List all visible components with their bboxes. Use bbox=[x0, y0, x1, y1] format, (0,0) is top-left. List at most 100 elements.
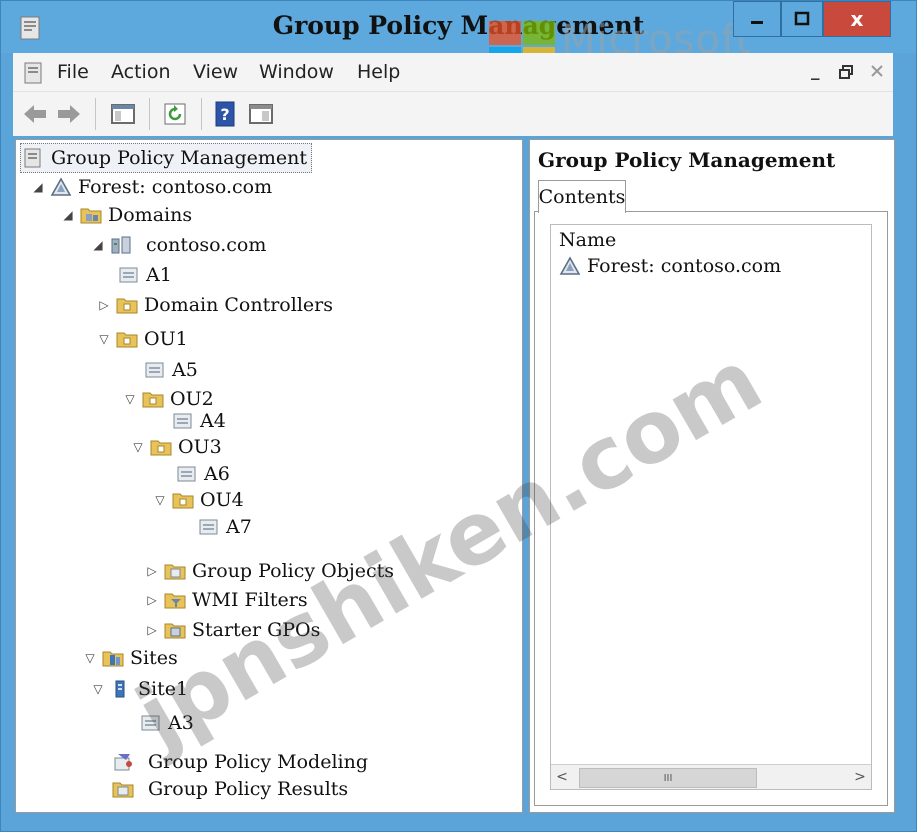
maximize-icon bbox=[794, 11, 810, 26]
title-bar[interactable]: Group Policy Management Microsoft x bbox=[1, 1, 916, 71]
close-button[interactable]: x bbox=[823, 1, 891, 37]
forest-icon bbox=[559, 256, 581, 275]
forward-arrow-icon bbox=[58, 105, 80, 123]
gpo-container-icon bbox=[164, 564, 186, 580]
menu-action[interactable]: Action bbox=[111, 61, 171, 83]
tree-label: Domains bbox=[108, 204, 193, 226]
close-icon: x bbox=[850, 7, 864, 31]
gpo-link-icon bbox=[141, 715, 160, 731]
tree-node-wmi-filters[interactable]: ▷ WMI Filters bbox=[144, 586, 308, 614]
tree-node-gpo-link-a6[interactable]: A6 bbox=[176, 460, 230, 488]
minimize-button[interactable] bbox=[733, 1, 781, 37]
tree-node-domain[interactable]: ◢ contoso.com bbox=[90, 231, 266, 259]
minimize-icon bbox=[751, 21, 763, 24]
tree-node-gpo-link-a7[interactable]: A7 bbox=[198, 513, 252, 541]
expanded-arrow-icon[interactable]: ▽ bbox=[130, 440, 146, 454]
tree-label: Forest: contoso.com bbox=[78, 176, 273, 198]
mdi-close-icon[interactable] bbox=[871, 65, 883, 77]
starter-gpo-icon bbox=[164, 623, 186, 639]
tree-label: Domain Controllers bbox=[144, 294, 333, 316]
console-menu-icon[interactable] bbox=[23, 61, 45, 85]
scroll-left-arrow-icon[interactable]: < bbox=[551, 765, 573, 789]
list-item-label: Forest: contoso.com bbox=[587, 255, 782, 277]
menu-window[interactable]: Window bbox=[259, 61, 334, 83]
tree-node-ou1[interactable]: ▽ OU1 bbox=[96, 325, 188, 353]
tree-node-group-policy-objects[interactable]: ▷ Group Policy Objects bbox=[144, 557, 394, 585]
tree-node-ou3[interactable]: ▽ OU3 bbox=[130, 433, 221, 461]
tree-label: Group Policy Management bbox=[51, 147, 308, 169]
gpo-link-icon bbox=[177, 466, 196, 482]
collapsed-arrow-icon[interactable]: ▷ bbox=[96, 298, 112, 312]
wmi-filter-icon bbox=[164, 593, 186, 609]
expanded-arrow-icon[interactable]: ▽ bbox=[82, 651, 98, 665]
collapsed-arrow-icon[interactable]: ▷ bbox=[144, 593, 160, 607]
help-icon: ? bbox=[215, 101, 235, 127]
tree-label: Group Policy Modeling bbox=[148, 751, 369, 773]
menu-bar: File Action View Window Help _ bbox=[13, 53, 893, 91]
gp-results-icon bbox=[112, 782, 134, 798]
tree-label: Sites bbox=[130, 647, 178, 669]
collapsed-arrow-icon[interactable]: ▷ bbox=[144, 564, 160, 578]
expanded-arrow-icon[interactable]: ◢ bbox=[60, 208, 76, 222]
domains-folder-icon bbox=[80, 208, 102, 224]
tree-node-site1[interactable]: ▽ Site1 bbox=[90, 675, 188, 703]
tree-label: OU1 bbox=[144, 328, 188, 350]
menu-file[interactable]: File bbox=[57, 61, 89, 83]
mdi-restore-icon[interactable] bbox=[839, 65, 853, 79]
expanded-arrow-icon[interactable]: ▽ bbox=[122, 392, 138, 406]
scroll-right-arrow-icon[interactable]: > bbox=[849, 765, 871, 789]
tree-node-domains[interactable]: ◢ Domains bbox=[60, 201, 192, 229]
tree-node-gpo-link-a3[interactable]: A3 bbox=[140, 709, 194, 737]
tree-node-forest[interactable]: ◢ Forest: contoso.com bbox=[30, 173, 272, 201]
help-button[interactable]: ? bbox=[211, 100, 239, 128]
toolbar-separator bbox=[95, 98, 96, 130]
refresh-button[interactable] bbox=[161, 100, 189, 128]
details-header: Group Policy Management bbox=[538, 148, 836, 172]
mdi-minimize-button[interactable]: _ bbox=[811, 61, 820, 81]
tree-node-starter-gpos[interactable]: ▷ Starter GPOs bbox=[144, 616, 320, 644]
menu-view[interactable]: View bbox=[193, 61, 238, 83]
contents-list[interactable]: Name Forest: contoso.com < III > bbox=[550, 224, 872, 790]
tree-label: A3 bbox=[168, 712, 194, 734]
expanded-arrow-icon[interactable]: ▽ bbox=[152, 493, 168, 507]
site-icon bbox=[115, 680, 125, 698]
tab-contents[interactable]: Contents bbox=[538, 180, 626, 213]
expanded-arrow-icon[interactable]: ▽ bbox=[96, 332, 112, 346]
tree-node-sites[interactable]: ▽ Sites bbox=[82, 644, 178, 672]
gpo-link-icon bbox=[145, 362, 164, 378]
list-item[interactable]: Forest: contoso.com bbox=[559, 255, 781, 277]
forward-button[interactable] bbox=[55, 100, 83, 128]
tree-label: A7 bbox=[226, 516, 252, 538]
tree-node-domain-controllers[interactable]: ▷ Domain Controllers bbox=[96, 291, 333, 319]
tree-node-ou4[interactable]: ▽ OU4 bbox=[152, 486, 243, 514]
back-button[interactable] bbox=[21, 100, 49, 128]
ou-folder-icon bbox=[142, 392, 164, 408]
tree-node-gpo-link-a5[interactable]: A5 bbox=[144, 356, 198, 384]
forest-icon bbox=[50, 177, 72, 196]
console-tree-pane[interactable]: Group Policy Management ◢ Forest: contos… bbox=[15, 139, 523, 813]
horizontal-scrollbar[interactable]: < III > bbox=[551, 764, 871, 789]
menu-help[interactable]: Help bbox=[357, 61, 400, 83]
console-view-button[interactable] bbox=[247, 100, 275, 128]
tree-label: A1 bbox=[146, 264, 172, 286]
sites-folder-icon bbox=[102, 651, 124, 667]
ou-folder-icon bbox=[116, 298, 138, 314]
show-hide-tree-button[interactable] bbox=[109, 100, 137, 128]
tree-node-gpo-link-a4[interactable]: A4 bbox=[172, 407, 226, 435]
show-hide-tree-icon bbox=[111, 104, 135, 124]
collapsed-arrow-icon[interactable]: ▷ bbox=[144, 623, 160, 637]
expanded-arrow-icon[interactable]: ◢ bbox=[90, 238, 106, 252]
toolbar: ? bbox=[13, 91, 893, 136]
column-header-name[interactable]: Name bbox=[559, 229, 616, 251]
scroll-thumb-grip: III bbox=[663, 772, 673, 784]
tree-node-gp-modeling[interactable]: Group Policy Modeling bbox=[112, 748, 368, 776]
tree-node-root[interactable]: Group Policy Management bbox=[20, 143, 313, 173]
tree-node-gp-results[interactable]: Group Policy Results bbox=[112, 775, 348, 803]
tree-node-gpo-link-a1[interactable]: A1 bbox=[118, 261, 172, 289]
expanded-arrow-icon[interactable]: ◢ bbox=[30, 180, 46, 194]
scroll-thumb[interactable]: III bbox=[579, 768, 757, 788]
expanded-arrow-icon[interactable]: ▽ bbox=[90, 682, 106, 696]
maximize-button[interactable] bbox=[781, 1, 823, 37]
tree-label: Starter GPOs bbox=[192, 619, 321, 641]
tree-label: WMI Filters bbox=[192, 589, 308, 611]
